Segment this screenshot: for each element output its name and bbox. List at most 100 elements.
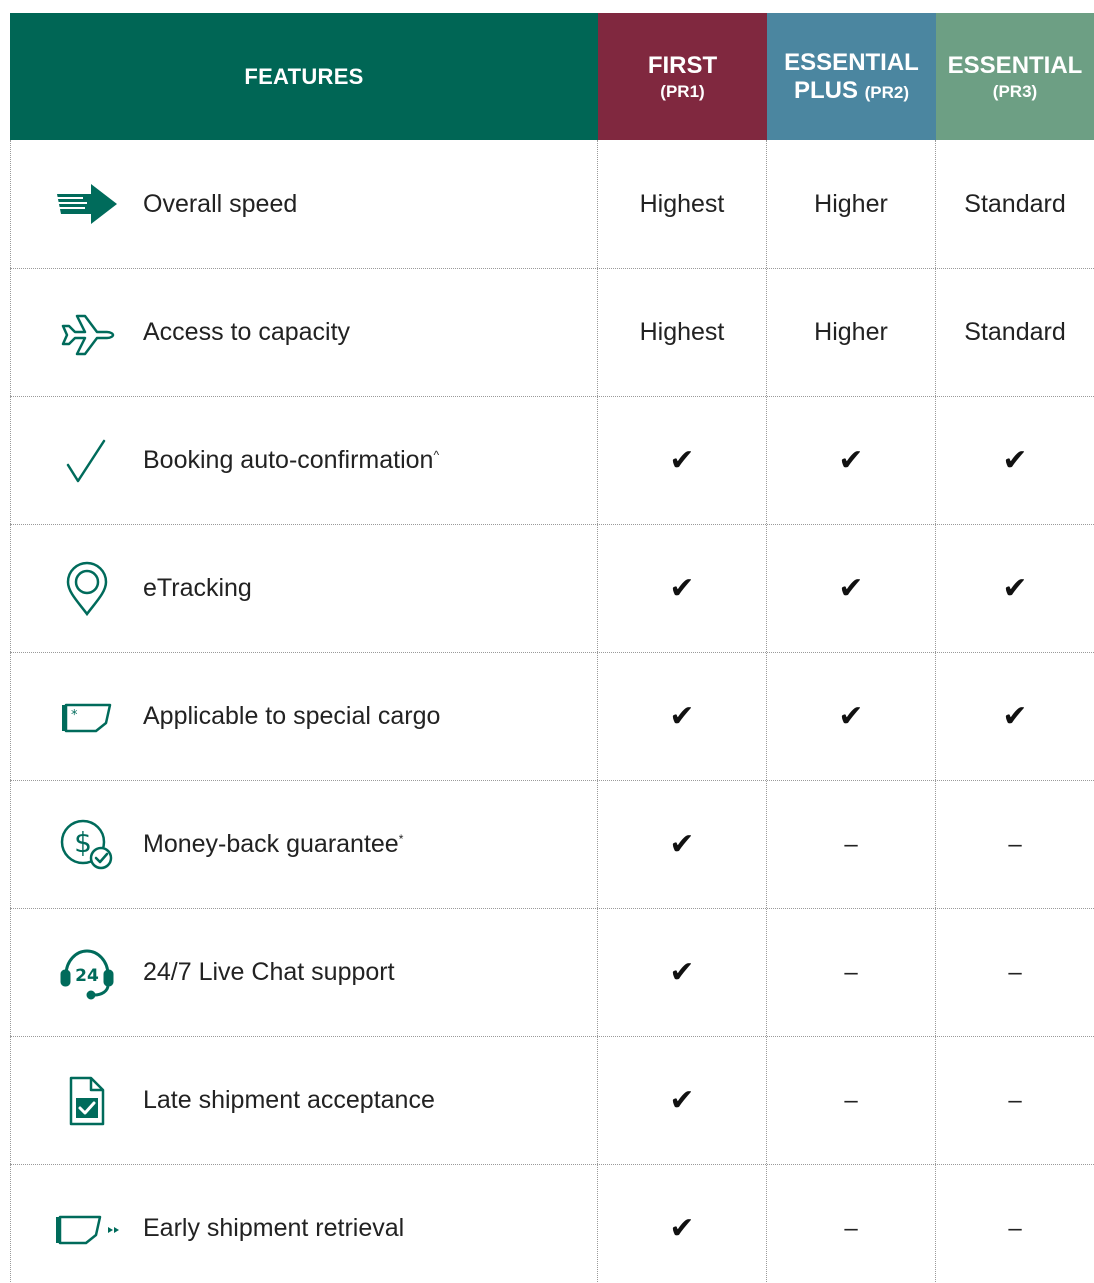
essential-value: ✔ [1002, 700, 1028, 733]
essential-plus-value-cell: – [767, 1037, 936, 1164]
feature-cell: Late shipment acceptance [10, 1037, 598, 1164]
table-row: $ Money-back guarantee* ✔ – – [10, 780, 1094, 908]
header-essential-plus-title-2: PLUS [793, 76, 858, 104]
location-pin-icon [49, 559, 125, 619]
first-value: ✔ [669, 1212, 695, 1245]
comparison-page: FEATURES FIRST (PR1) ESSENTIAL PLUS (PR2… [0, 0, 1094, 1283]
header-first: FIRST (PR1) [598, 13, 767, 140]
first-value-cell: ✔ [598, 525, 767, 652]
essential-plus-value-cell: – [767, 781, 936, 908]
feature-cell: Booking auto-confirmation^ [10, 397, 598, 524]
svg-text:24: 24 [75, 966, 99, 986]
first-value: ✔ [669, 828, 695, 861]
feature-label-wrap: Money-back guarantee* [143, 830, 403, 859]
header-essential-plus-code: (PR2) [864, 82, 910, 102]
feature-cell: eTracking [10, 525, 598, 652]
header-first-title: FIRST [647, 51, 718, 79]
essential-value: Standard [964, 318, 1066, 346]
feature-label: Late shipment acceptance [143, 1086, 435, 1114]
feature-cell: $ Money-back guarantee* [10, 781, 598, 908]
essential-value-cell: – [936, 781, 1094, 908]
header-features: FEATURES [10, 13, 598, 140]
essential-plus-value-cell: – [767, 909, 936, 1036]
special-cargo-tag-icon: * [49, 687, 125, 747]
first-value: ✔ [669, 1084, 695, 1117]
header-essential-plus-title-1: ESSENTIAL [784, 48, 919, 76]
first-value: ✔ [669, 700, 695, 733]
feature-label: eTracking [143, 574, 252, 602]
table-row: * Applicable to special cargo ✔ ✔ ✔ [10, 652, 1094, 780]
first-value-cell: ✔ [598, 1165, 767, 1283]
essential-value-cell: ✔ [936, 525, 1094, 652]
essential-plus-value: – [844, 1086, 858, 1114]
essential-value-cell: – [936, 1165, 1094, 1283]
header-first-code: (PR1) [660, 81, 705, 101]
feature-label-wrap: Early shipment retrieval [143, 1214, 404, 1243]
essential-value-cell: ✔ [936, 397, 1094, 524]
table-body: Overall speed Highest Higher Standard Ac… [10, 140, 1094, 1283]
essential-value-cell: ✔ [936, 653, 1094, 780]
feature-cell: 24 24/7 Live Chat support [10, 909, 598, 1036]
feature-label: 24/7 Live Chat support [143, 958, 395, 986]
feature-label-wrap: eTracking [143, 574, 252, 603]
table-header: FEATURES FIRST (PR1) ESSENTIAL PLUS (PR2… [10, 13, 1094, 140]
feature-label-wrap: Applicable to special cargo [143, 702, 440, 731]
feature-label: Money-back guarantee [143, 830, 399, 858]
document-check-icon [49, 1071, 125, 1131]
speed-arrow-icon [49, 174, 125, 234]
checkmark-icon [49, 431, 125, 491]
first-value-cell: ✔ [598, 781, 767, 908]
first-value: Highest [639, 318, 725, 346]
header-essential-plus-line-2: PLUS (PR2) [794, 77, 909, 105]
money-back-icon: $ [49, 815, 125, 875]
table-row: Late shipment acceptance ✔ – – [10, 1036, 1094, 1164]
feature-label: Access to capacity [143, 318, 351, 346]
feature-cell: * Applicable to special cargo [10, 653, 598, 780]
essential-value: – [1008, 958, 1022, 986]
essential-plus-value-cell: ✔ [767, 525, 936, 652]
header-essential-code: (PR3) [992, 81, 1038, 101]
essential-plus-value: – [844, 958, 858, 986]
essential-plus-value-cell: Higher [767, 140, 936, 268]
essential-plus-value-cell: ✔ [767, 653, 936, 780]
feature-cell: Early shipment retrieval [10, 1165, 598, 1283]
feature-footnote-mark: ^ [433, 448, 440, 462]
feature-label-wrap: Late shipment acceptance [143, 1086, 435, 1115]
header-essential-title: ESSENTIAL [947, 51, 1083, 79]
essential-value: Standard [964, 189, 1066, 218]
table-row: Early shipment retrieval ✔ – – [10, 1164, 1094, 1283]
feature-label-wrap: Access to capacity [143, 318, 350, 347]
first-value-cell: ✔ [598, 653, 767, 780]
essential-plus-value: ✔ [838, 700, 864, 733]
essential-value-cell: – [936, 1037, 1094, 1164]
table-row: Access to capacity Highest Higher Standa… [10, 268, 1094, 396]
essential-plus-value-cell: Higher [767, 269, 936, 396]
table-row: eTracking ✔ ✔ ✔ [10, 524, 1094, 652]
airplane-icon [49, 303, 125, 363]
feature-footnote-mark: * [398, 832, 404, 846]
essential-value-cell: Standard [936, 140, 1094, 268]
first-value-cell: ✔ [598, 1037, 767, 1164]
header-essential-plus: ESSENTIAL PLUS (PR2) [767, 13, 936, 140]
feature-label-wrap: 24/7 Live Chat support [143, 958, 395, 987]
essential-value: – [1008, 830, 1022, 858]
header-essential: ESSENTIAL (PR3) [936, 13, 1094, 140]
table-row: Booking auto-confirmation^ ✔ ✔ ✔ [10, 396, 1094, 524]
feature-label: Overall speed [143, 189, 298, 218]
essential-value: – [1008, 1214, 1022, 1242]
first-value-cell: ✔ [598, 397, 767, 524]
early-retrieval-tag-icon [49, 1199, 125, 1259]
table-row: Overall speed Highest Higher Standard [10, 140, 1094, 268]
svg-text:$: $ [74, 826, 92, 859]
essential-plus-value: ✔ [838, 444, 864, 477]
essential-plus-value: ✔ [838, 572, 864, 605]
feature-label-wrap: Overall speed [143, 190, 297, 219]
first-value-cell: Highest [598, 140, 767, 268]
essential-value-cell: – [936, 909, 1094, 1036]
feature-label: Applicable to special cargo [143, 702, 441, 730]
first-value-cell: ✔ [598, 909, 767, 1036]
first-value: ✔ [669, 956, 695, 989]
live-chat-24-icon: 24 [49, 943, 125, 1003]
feature-cell: Overall speed [10, 140, 598, 268]
essential-plus-value: – [844, 1214, 858, 1242]
